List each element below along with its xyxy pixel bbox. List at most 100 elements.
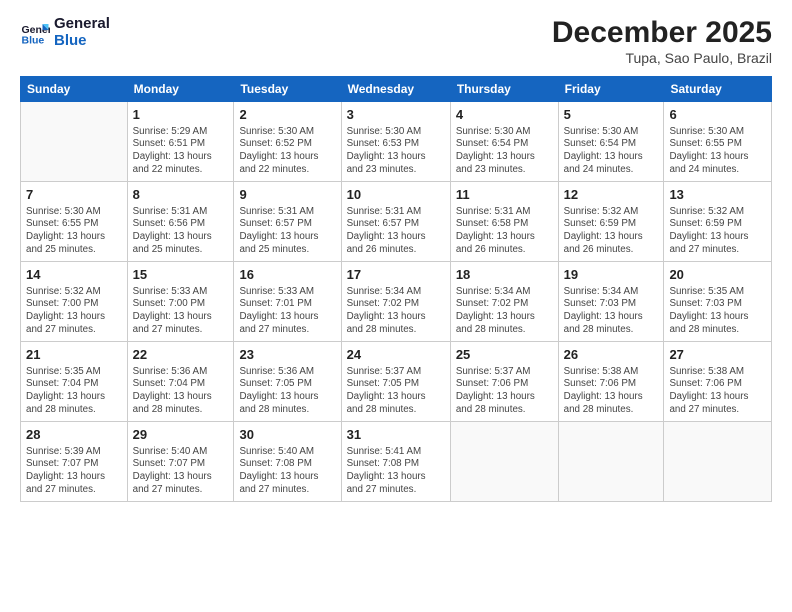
svg-text:Blue: Blue <box>22 34 45 46</box>
day-info: Sunrise: 5:30 AM Sunset: 6:54 PM Dayligh… <box>456 126 553 177</box>
table-row: 17Sunrise: 5:34 AM Sunset: 7:02 PM Dayli… <box>341 262 450 342</box>
day-info: Sunrise: 5:41 AM Sunset: 7:08 PM Dayligh… <box>347 446 445 497</box>
table-row: 14Sunrise: 5:32 AM Sunset: 7:00 PM Dayli… <box>21 262 128 342</box>
table-row: 4 Sunrise: 5:30 AM Sunset: 6:54 PM Daylig… <box>450 102 558 182</box>
day-info: Sunrise: 5:31 AM Sunset: 6:58 PM Dayligh… <box>456 206 553 257</box>
day-number: 8 <box>133 186 229 204</box>
day-number: 22 <box>133 346 229 364</box>
table-row: 29 Sunrise: 5:40 AM Sunset: 7:07 PM Dayli… <box>127 422 234 502</box>
table-row <box>450 422 558 502</box>
table-row: 2 Sunrise: 5:30 AM Sunset: 6:52 PM Daylig… <box>234 102 341 182</box>
table-row <box>558 422 664 502</box>
day-info: Sunrise: 5:32 AM Sunset: 7:00 PM Dayligh… <box>26 286 122 337</box>
table-row: 11 Sunrise: 5:31 AM Sunset: 6:58 PM Dayli… <box>450 182 558 262</box>
table-row: 22 Sunrise: 5:36 AM Sunset: 7:04 PM Dayli… <box>127 342 234 422</box>
day-info: Sunrise: 5:40 AM Sunset: 7:08 PM Dayligh… <box>239 446 335 497</box>
day-number: 15 <box>133 266 229 284</box>
col-wednesday: Wednesday <box>341 77 450 102</box>
table-row: 6 Sunrise: 5:30 AM Sunset: 6:55 PM Daylig… <box>664 102 772 182</box>
day-info: Sunrise: 5:39 AM Sunset: 7:07 PM Dayligh… <box>26 446 122 497</box>
day-number: 11 <box>456 186 553 204</box>
day-number: 18 <box>456 266 553 284</box>
day-info: Sunrise: 5:32 AM Sunset: 6:59 PM Dayligh… <box>669 206 766 257</box>
day-number: 4 <box>456 106 553 124</box>
title-block: December 2025 Tupa, Sao Paulo, Brazil <box>552 16 772 66</box>
calendar-week-row: 21 Sunrise: 5:35 AM Sunset: 7:04 PM Dayli… <box>21 342 772 422</box>
day-number: 26 <box>564 346 659 364</box>
header: General Blue General Blue December 2025 … <box>20 16 772 66</box>
table-row <box>664 422 772 502</box>
day-number: 7 <box>26 186 122 204</box>
day-number: 28 <box>26 426 122 444</box>
col-sunday: Sunday <box>21 77 128 102</box>
day-number: 19 <box>564 266 659 284</box>
table-row: 9Sunrise: 5:31 AM Sunset: 6:57 PM Daylig… <box>234 182 341 262</box>
calendar-week-row: 28 Sunrise: 5:39 AM Sunset: 7:07 PM Dayli… <box>21 422 772 502</box>
table-row: 30Sunrise: 5:40 AM Sunset: 7:08 PM Dayli… <box>234 422 341 502</box>
day-info: Sunrise: 5:29 AM Sunset: 6:51 PM Dayligh… <box>133 126 229 177</box>
day-number: 23 <box>239 346 335 364</box>
table-row: 10 Sunrise: 5:31 AM Sunset: 6:57 PM Dayli… <box>341 182 450 262</box>
day-info: Sunrise: 5:33 AM Sunset: 7:00 PM Dayligh… <box>133 286 229 337</box>
day-number: 29 <box>133 426 229 444</box>
col-thursday: Thursday <box>450 77 558 102</box>
day-info: Sunrise: 5:40 AM Sunset: 7:07 PM Dayligh… <box>133 446 229 497</box>
day-info: Sunrise: 5:35 AM Sunset: 7:04 PM Dayligh… <box>26 366 122 417</box>
day-info: Sunrise: 5:30 AM Sunset: 6:55 PM Dayligh… <box>26 206 122 257</box>
table-row: 20Sunrise: 5:35 AM Sunset: 7:03 PM Dayli… <box>664 262 772 342</box>
day-number: 24 <box>347 346 445 364</box>
col-monday: Monday <box>127 77 234 102</box>
calendar-week-row: 14Sunrise: 5:32 AM Sunset: 7:00 PM Dayli… <box>21 262 772 342</box>
location: Tupa, Sao Paulo, Brazil <box>552 50 772 66</box>
calendar-week-row: 1 Sunrise: 5:29 AM Sunset: 6:51 PM Daylig… <box>21 102 772 182</box>
logo-icon: General Blue <box>20 18 50 48</box>
day-number: 21 <box>26 346 122 364</box>
table-row: 5Sunrise: 5:30 AM Sunset: 6:54 PM Daylig… <box>558 102 664 182</box>
day-number: 25 <box>456 346 553 364</box>
table-row: 21 Sunrise: 5:35 AM Sunset: 7:04 PM Dayli… <box>21 342 128 422</box>
day-info: Sunrise: 5:34 AM Sunset: 7:02 PM Dayligh… <box>456 286 553 337</box>
day-number: 1 <box>133 106 229 124</box>
day-number: 20 <box>669 266 766 284</box>
day-number: 10 <box>347 186 445 204</box>
table-row: 1 Sunrise: 5:29 AM Sunset: 6:51 PM Daylig… <box>127 102 234 182</box>
page: General Blue General Blue December 2025 … <box>0 0 792 612</box>
day-info: Sunrise: 5:30 AM Sunset: 6:53 PM Dayligh… <box>347 126 445 177</box>
day-number: 2 <box>239 106 335 124</box>
table-row: 28 Sunrise: 5:39 AM Sunset: 7:07 PM Dayli… <box>21 422 128 502</box>
day-number: 5 <box>564 106 659 124</box>
logo: General Blue General Blue <box>20 16 110 49</box>
table-row: 25Sunrise: 5:37 AM Sunset: 7:06 PM Dayli… <box>450 342 558 422</box>
table-row <box>21 102 128 182</box>
day-info: Sunrise: 5:34 AM Sunset: 7:03 PM Dayligh… <box>564 286 659 337</box>
day-info: Sunrise: 5:31 AM Sunset: 6:57 PM Dayligh… <box>347 206 445 257</box>
day-number: 6 <box>669 106 766 124</box>
day-info: Sunrise: 5:30 AM Sunset: 6:52 PM Dayligh… <box>239 126 335 177</box>
day-info: Sunrise: 5:36 AM Sunset: 7:04 PM Dayligh… <box>133 366 229 417</box>
day-info: Sunrise: 5:33 AM Sunset: 7:01 PM Dayligh… <box>239 286 335 337</box>
day-number: 3 <box>347 106 445 124</box>
day-number: 9 <box>239 186 335 204</box>
day-info: Sunrise: 5:31 AM Sunset: 6:56 PM Dayligh… <box>133 206 229 257</box>
day-info: Sunrise: 5:36 AM Sunset: 7:05 PM Dayligh… <box>239 366 335 417</box>
col-tuesday: Tuesday <box>234 77 341 102</box>
logo-text-general: General <box>54 16 110 33</box>
day-info: Sunrise: 5:30 AM Sunset: 6:55 PM Dayligh… <box>669 126 766 177</box>
day-info: Sunrise: 5:38 AM Sunset: 7:06 PM Dayligh… <box>564 366 659 417</box>
table-row: 13 Sunrise: 5:32 AM Sunset: 6:59 PM Dayli… <box>664 182 772 262</box>
calendar-header-row: Sunday Monday Tuesday Wednesday Thursday… <box>21 77 772 102</box>
table-row: 8 Sunrise: 5:31 AM Sunset: 6:56 PM Daylig… <box>127 182 234 262</box>
day-info: Sunrise: 5:38 AM Sunset: 7:06 PM Dayligh… <box>669 366 766 417</box>
table-row: 7 Sunrise: 5:30 AM Sunset: 6:55 PM Daylig… <box>21 182 128 262</box>
day-number: 31 <box>347 426 445 444</box>
day-info: Sunrise: 5:32 AM Sunset: 6:59 PM Dayligh… <box>564 206 659 257</box>
table-row: 18 Sunrise: 5:34 AM Sunset: 7:02 PM Dayli… <box>450 262 558 342</box>
table-row: 19 Sunrise: 5:34 AM Sunset: 7:03 PM Dayli… <box>558 262 664 342</box>
calendar-week-row: 7 Sunrise: 5:30 AM Sunset: 6:55 PM Daylig… <box>21 182 772 262</box>
col-saturday: Saturday <box>664 77 772 102</box>
day-number: 27 <box>669 346 766 364</box>
day-number: 13 <box>669 186 766 204</box>
table-row: 31 Sunrise: 5:41 AM Sunset: 7:08 PM Dayli… <box>341 422 450 502</box>
day-info: Sunrise: 5:34 AM Sunset: 7:02 PM Dayligh… <box>347 286 445 337</box>
table-row: 26 Sunrise: 5:38 AM Sunset: 7:06 PM Dayli… <box>558 342 664 422</box>
